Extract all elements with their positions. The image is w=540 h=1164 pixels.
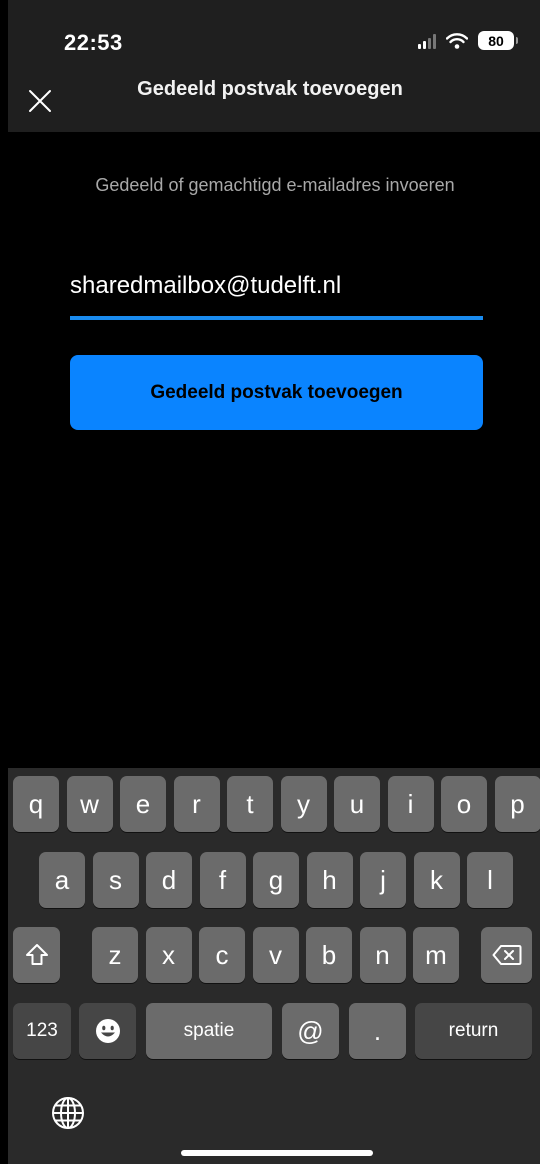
- key-h[interactable]: h: [306, 852, 353, 908]
- wifi-icon: [446, 32, 468, 49]
- space-key[interactable]: spatie: [146, 1003, 272, 1059]
- key-f[interactable]: f: [199, 852, 246, 908]
- email-field[interactable]: sharedmailbox@tudelft.nl: [70, 268, 483, 320]
- home-indicator[interactable]: [181, 1150, 373, 1156]
- key-y[interactable]: y: [280, 776, 327, 832]
- key-n[interactable]: n: [359, 927, 406, 983]
- key-b[interactable]: b: [306, 927, 352, 983]
- key-j[interactable]: j: [360, 852, 406, 908]
- emoji-icon: [95, 1019, 120, 1043]
- key-e[interactable]: e: [120, 776, 166, 832]
- signal-icon: [418, 33, 436, 49]
- numbers-key[interactable]: 123: [13, 1003, 71, 1059]
- emoji-key[interactable]: [79, 1003, 136, 1059]
- key-m[interactable]: m: [413, 927, 459, 983]
- key-s[interactable]: s: [92, 852, 139, 908]
- key-i[interactable]: i: [387, 776, 434, 832]
- email-value[interactable]: sharedmailbox@tudelft.nl: [70, 272, 341, 300]
- at-key[interactable]: @: [282, 1003, 339, 1059]
- dot-key[interactable]: .: [349, 1003, 406, 1059]
- key-u[interactable]: u: [334, 776, 380, 832]
- key-v[interactable]: v: [252, 927, 299, 983]
- key-w[interactable]: w: [66, 776, 113, 832]
- globe-icon[interactable]: [50, 1095, 86, 1131]
- key-r[interactable]: r: [173, 776, 220, 832]
- key-a[interactable]: a: [39, 852, 85, 908]
- shift-key[interactable]: [13, 927, 60, 983]
- backspace-key[interactable]: [481, 927, 532, 983]
- key-g[interactable]: g: [253, 852, 299, 908]
- key-z[interactable]: z: [92, 927, 138, 983]
- key-q[interactable]: q: [13, 776, 59, 832]
- key-p[interactable]: p: [494, 776, 540, 832]
- status-time: 22:53: [64, 30, 123, 55]
- email-prompt: Gedeeld of gemachtigd e-mailadres invoer…: [95, 175, 455, 195]
- key-d[interactable]: d: [146, 852, 192, 908]
- top-bar: [8, 0, 540, 132]
- key-x[interactable]: x: [145, 927, 192, 983]
- keyboard: qwertyuiop asdfghjkl zxcvbnm 123 spatie …: [8, 768, 540, 1164]
- battery-icon: 80: [478, 31, 518, 50]
- return-key[interactable]: return: [415, 1003, 532, 1059]
- key-c[interactable]: c: [199, 927, 245, 983]
- key-l[interactable]: l: [467, 852, 513, 908]
- shift-icon: [25, 944, 48, 965]
- add-shared-mailbox-button[interactable]: Gedeeld postvak toevoegen: [70, 355, 483, 430]
- status-icons: 80: [418, 31, 518, 50]
- page-title: Gedeeld postvak toevoegen: [137, 78, 403, 100]
- key-t[interactable]: t: [227, 776, 273, 832]
- key-o[interactable]: o: [441, 776, 487, 832]
- backspace-icon: [492, 945, 521, 965]
- key-k[interactable]: k: [413, 852, 460, 908]
